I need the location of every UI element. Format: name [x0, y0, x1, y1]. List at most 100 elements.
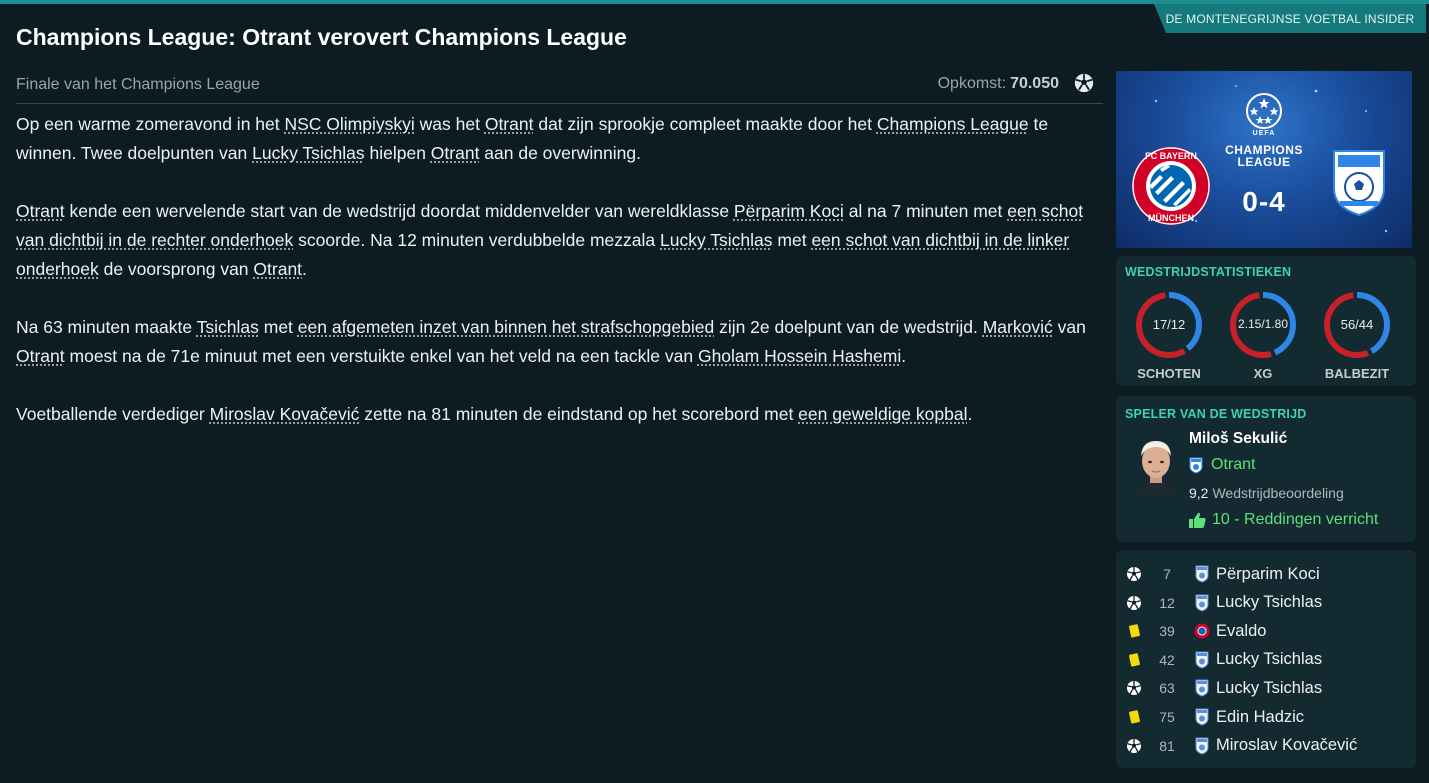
top-accent-bar — [0, 0, 1429, 4]
goal-icon — [1126, 680, 1142, 696]
otrant-crest-icon — [1194, 565, 1210, 583]
event-minute: 7 — [1163, 566, 1171, 582]
player-face-avatar[interactable] — [1128, 434, 1184, 496]
stat-xg[interactable]: 2.15/1.80 XG — [1228, 290, 1298, 381]
article-link[interactable]: Otrant — [485, 114, 534, 134]
bayern-crest-icon: FC BAYERN MÜNCHEN — [1132, 147, 1210, 225]
stat-possession-label: BALBEZIT — [1324, 366, 1390, 381]
event-minute: 42 — [1159, 651, 1175, 668]
article-link[interactable]: NSC Olimpiyskyi — [284, 114, 414, 134]
final-score: 0-4 — [1242, 186, 1286, 217]
article-text: zette na 81 minuten de eindstand op het … — [359, 404, 799, 424]
article-link[interactable]: Champions League — [877, 114, 1029, 134]
match-stats-panel: WEDSTRIJDSTATISTIEKEN 17/12 SCHOTEN 2.15… — [1116, 256, 1416, 386]
otrant-crest-icon — [1194, 594, 1210, 612]
player-of-match-title: SPELER VAN DE WEDSTRIJD — [1125, 407, 1307, 421]
article-text: aan de overwinning. — [479, 143, 641, 163]
article-text: . — [901, 346, 907, 366]
event-player[interactable]: Lucky Tsichlas — [1216, 679, 1322, 698]
otrant-crest-icon — [1189, 457, 1203, 474]
article-link[interactable]: Otrant — [253, 259, 302, 279]
article-text: zijn 2e doelpunt van de wedstrijd. — [714, 317, 983, 337]
stat-possession[interactable]: 56/44 BALBEZIT — [1322, 290, 1392, 381]
stat-xg-value: 2.15/1.80 — [1237, 317, 1289, 331]
match-events-panel: 7 Përparim Koci 12 Lucky Tsichlas 39 Evaldo 42… — [1116, 550, 1416, 768]
article-link[interactable]: Përparim Koci — [734, 201, 844, 221]
article-text: Voetballende verdediger — [16, 404, 210, 424]
article-text: kende een wervelende start van de wedstr… — [64, 201, 734, 221]
football-icon[interactable] — [1073, 72, 1095, 94]
article-text: van — [1052, 317, 1086, 337]
article-link[interactable]: Otrant — [16, 201, 65, 221]
article-text: was het — [414, 114, 485, 134]
yellow-card-icon — [1126, 623, 1142, 639]
article-subheader: Finale van het Champions League Opkomst:… — [16, 70, 1103, 104]
article-text: hielpen — [364, 143, 431, 163]
event-row[interactable]: 63 Lucky Tsichlas — [1116, 675, 1416, 701]
uefa-label: UEFA — [1252, 130, 1276, 137]
article-link[interactable]: Marković — [983, 317, 1053, 337]
article-link[interactable]: Tsichlas — [197, 317, 259, 337]
article-text: scoorde. Na 12 minuten verdubbelde mezza… — [293, 230, 661, 250]
otrant-crest-icon — [1333, 150, 1385, 217]
thumbs-up-icon — [1189, 512, 1206, 528]
article-link[interactable]: Miroslav Kovačević — [210, 404, 360, 424]
match-banner: UEFA CHAMPIONS LEAGUE FC BAYERN MÜNCHEN … — [1116, 71, 1412, 248]
player-club[interactable]: Otrant — [1189, 456, 1255, 474]
event-row[interactable]: 39 Evaldo — [1116, 618, 1416, 644]
article-link[interactable]: Otrant — [16, 346, 65, 366]
article-link[interactable]: Lucky Tsichlas — [660, 230, 773, 250]
stat-shots[interactable]: 17/12 SCHOTEN — [1134, 290, 1204, 381]
article-link[interactable]: een geweldige kopbal — [798, 404, 967, 424]
article-link[interactable]: Lucky Tsichlas — [252, 143, 365, 163]
event-player[interactable]: Përparim Koci — [1216, 565, 1320, 584]
event-row[interactable]: 7 Përparim Koci — [1116, 561, 1416, 587]
stat-shots-value: 17/12 — [1152, 317, 1186, 332]
article-text: al na 7 minuten met — [843, 201, 1008, 221]
event-minute: 75 — [1159, 709, 1175, 725]
event-player[interactable]: Lucky Tsichlas — [1216, 650, 1322, 669]
player-of-match-panel: SPELER VAN DE WEDSTRIJD Miloš Sekulić Ot… — [1116, 396, 1416, 542]
yellow-card-icon — [1126, 709, 1142, 725]
player-highlight: 10 - Reddingen verricht — [1189, 511, 1378, 529]
article-paragraph: Na 63 minuten maakte Tsichlas met een af… — [16, 313, 1101, 371]
player-name[interactable]: Miloš Sekulić — [1189, 430, 1287, 448]
event-row[interactable]: 75 Edin Hadzic — [1116, 704, 1416, 730]
champions-league-starball-icon — [1246, 93, 1282, 129]
player-highlight-text: 10 - Reddingen verricht — [1212, 511, 1379, 528]
event-row[interactable]: 12 Lucky Tsichlas — [1116, 590, 1416, 616]
attendance-label: Opkomst: — [937, 75, 1007, 92]
event-player[interactable]: Edin Hadzic — [1216, 708, 1304, 727]
bayern-badge-top: FC BAYERN — [1145, 151, 1197, 161]
bayern-crest-icon — [1194, 622, 1210, 640]
article-text: Op een warme zomeravond in het — [16, 114, 285, 134]
event-player[interactable]: Miroslav Kovačević — [1216, 736, 1357, 755]
player-rating: 9,2 Wedstrijdbeoordeling — [1189, 485, 1344, 501]
article-link[interactable]: Gholam Hossein Hashemi — [698, 346, 901, 366]
event-row[interactable]: 81 Miroslav Kovačević — [1116, 733, 1416, 759]
otrant-crest-icon — [1194, 679, 1210, 697]
bayern-badge-bottom: MÜNCHEN — [1148, 213, 1194, 223]
article-text: de voorsprong van — [98, 259, 254, 279]
goal-icon — [1126, 566, 1142, 582]
article-link[interactable]: Otrant — [431, 143, 480, 163]
article-paragraph: Voetballende verdediger Miroslav Kovačev… — [16, 400, 1101, 429]
player-club-name: Otrant — [1211, 456, 1256, 473]
article-link[interactable]: een afgemeten inzet van binnen het straf… — [298, 317, 714, 337]
article-body: Op een warme zomeravond in het NSC Olimp… — [16, 110, 1101, 458]
event-player[interactable]: Evaldo — [1216, 622, 1266, 641]
event-minute: 81 — [1159, 737, 1175, 754]
otrant-crest-icon — [1194, 651, 1210, 669]
event-player[interactable]: Lucky Tsichlas — [1216, 593, 1322, 612]
article-text: . — [302, 259, 307, 279]
yellow-card-icon — [1126, 652, 1142, 668]
player-rating-value: 9,2 — [1189, 485, 1209, 501]
event-row[interactable]: 42 Lucky Tsichlas — [1116, 647, 1416, 673]
article-text: met — [258, 317, 298, 337]
article-paragraph: Otrant kende een wervelende start van de… — [16, 197, 1101, 284]
event-minute: 39 — [1159, 623, 1175, 640]
event-minute: 12 — [1159, 594, 1175, 611]
player-rating-label: Wedstrijdbeoordeling — [1212, 485, 1344, 501]
stat-xg-label: XG — [1253, 366, 1273, 381]
attendance-value: 70.050 — [1010, 75, 1059, 92]
